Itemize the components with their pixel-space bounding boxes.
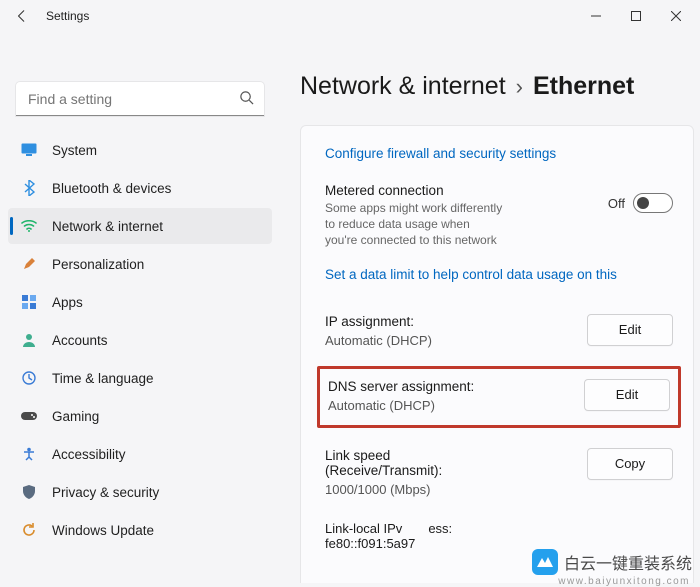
settings-panel-scroll[interactable]: Configure firewall and security settings… <box>300 125 700 583</box>
sidebar-item-update[interactable]: Windows Update <box>8 512 272 548</box>
titlebar: Settings <box>0 0 700 32</box>
gaming-icon <box>20 407 38 425</box>
main: Network & internet › Ethernet Configure … <box>280 32 700 583</box>
back-button[interactable] <box>4 0 40 32</box>
sidebar-item-label: Windows Update <box>52 523 154 538</box>
sidebar-item-label: Gaming <box>52 409 99 424</box>
settings-panel: Configure firewall and security settings… <box>300 125 694 583</box>
sidebar-item-label: Apps <box>52 295 83 310</box>
metered-title: Metered connection <box>325 183 592 198</box>
watermark-icon <box>532 549 558 575</box>
sidebar-item-accessibility[interactable]: Accessibility <box>8 436 272 472</box>
ipv6-title: Link-local IPv <box>325 521 402 536</box>
dns-highlight: DNS server assignment: Automatic (DHCP) … <box>317 366 681 428</box>
sidebar-item-label: Time & language <box>52 371 154 386</box>
sidebar-item-label: Accessibility <box>52 447 126 462</box>
sidebar-item-label: Personalization <box>52 257 144 272</box>
dns-value: Automatic (DHCP) <box>328 398 568 413</box>
paintbrush-icon <box>20 255 38 273</box>
content: System Bluetooth & devices Network & int… <box>0 32 700 583</box>
sidebar-item-label: Bluetooth & devices <box>52 181 171 196</box>
dns-title: DNS server assignment: <box>328 379 568 394</box>
breadcrumb: Network & internet › Ethernet <box>300 72 700 101</box>
sidebar-item-privacy[interactable]: Privacy & security <box>8 474 272 510</box>
search-box[interactable] <box>16 82 264 116</box>
person-icon <box>20 331 38 349</box>
window-controls <box>576 0 696 32</box>
sidebar-item-gaming[interactable]: Gaming <box>8 398 272 434</box>
apps-icon <box>20 293 38 311</box>
ip-assignment-row: IP assignment: Automatic (DHCP) Edit <box>325 304 673 356</box>
watermark-url: www.baiyunxitong.com <box>558 576 690 587</box>
speed-value: 1000/1000 (Mbps) <box>325 482 571 497</box>
maximize-button[interactable] <box>616 0 656 32</box>
speed-copy-button[interactable]: Copy <box>587 448 673 480</box>
dns-edit-button[interactable]: Edit <box>584 379 670 411</box>
sidebar: System Bluetooth & devices Network & int… <box>0 32 280 583</box>
ip-edit-button[interactable]: Edit <box>587 314 673 346</box>
sidebar-item-bluetooth[interactable]: Bluetooth & devices <box>8 170 272 206</box>
sidebar-item-network[interactable]: Network & internet <box>8 208 272 244</box>
sidebar-item-apps[interactable]: Apps <box>8 284 272 320</box>
wifi-icon <box>20 217 38 235</box>
search-input[interactable] <box>16 82 264 116</box>
sidebar-item-accounts[interactable]: Accounts <box>8 322 272 358</box>
sidebar-item-label: Privacy & security <box>52 485 159 500</box>
metered-toggle[interactable] <box>633 193 673 213</box>
sidebar-item-label: System <box>52 143 97 158</box>
metered-desc: Some apps might work differently to redu… <box>325 200 505 249</box>
sidebar-item-time-language[interactable]: Time & language <box>8 360 272 396</box>
close-button[interactable] <box>656 0 696 32</box>
watermark: 白云一键重装系统 <box>532 549 692 575</box>
sidebar-item-label: Network & internet <box>52 219 163 234</box>
sidebar-item-personalization[interactable]: Personalization <box>8 246 272 282</box>
window-title: Settings <box>46 9 89 23</box>
metered-state: Off <box>608 196 625 211</box>
accessibility-icon <box>20 445 38 463</box>
minimize-button[interactable] <box>576 0 616 32</box>
watermark-text: 白云一键重装系统 <box>564 550 692 574</box>
ip-title: IP assignment: <box>325 314 571 329</box>
bluetooth-icon <box>20 179 38 197</box>
ip-value: Automatic (DHCP) <box>325 333 571 348</box>
speed-title: Link speed (Receive/Transmit): <box>325 448 495 478</box>
dns-assignment-row: DNS server assignment: Automatic (DHCP) … <box>328 379 670 413</box>
sidebar-item-system[interactable]: System <box>8 132 272 168</box>
search-icon <box>239 90 254 108</box>
link-speed-row: Link speed (Receive/Transmit): 1000/1000… <box>325 438 673 505</box>
globe-clock-icon <box>20 369 38 387</box>
metered-connection-row: Metered connection Some apps might work … <box>325 183 673 249</box>
data-limit-link[interactable]: Set a data limit to help control data us… <box>325 267 617 282</box>
sidebar-item-label: Accounts <box>52 333 108 348</box>
breadcrumb-current: Ethernet <box>533 72 634 101</box>
chevron-right-icon: › <box>516 74 523 100</box>
shield-icon <box>20 483 38 501</box>
firewall-link[interactable]: Configure firewall and security settings <box>325 146 556 161</box>
breadcrumb-parent[interactable]: Network & internet <box>300 72 506 101</box>
nav: System Bluetooth & devices Network & int… <box>8 132 272 548</box>
update-icon <box>20 521 38 539</box>
display-icon <box>20 141 38 159</box>
